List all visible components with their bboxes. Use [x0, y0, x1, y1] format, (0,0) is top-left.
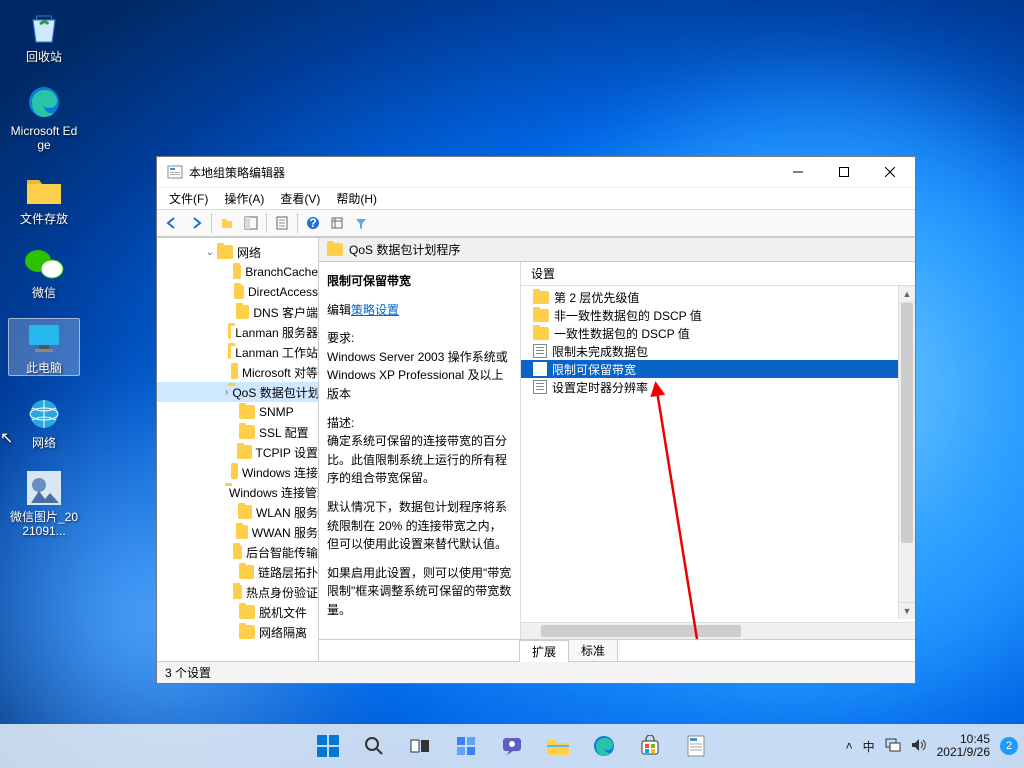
icon-label: 微信	[32, 286, 56, 300]
icon-label: 此电脑	[26, 361, 62, 375]
widgets-button[interactable]	[446, 726, 486, 766]
svg-text:?: ?	[309, 216, 316, 230]
menu-view[interactable]: 查看(V)	[274, 188, 326, 209]
desktop-icon-wechat-image[interactable]: 微信图片_2021091...	[8, 468, 80, 538]
icon-label: 网络	[32, 436, 56, 450]
desktop-icons: 回收站 Microsoft Edge 文件存放 微信 此电脑 网络 微信图片_2…	[8, 8, 80, 538]
toolbar: ?	[157, 209, 915, 237]
tree-node[interactable]: 热点身份验证	[157, 582, 318, 602]
icon-label: Microsoft Edge	[8, 124, 80, 152]
list-item[interactable]: 第 2 层优先级值	[521, 288, 915, 306]
icon-label: 回收站	[26, 50, 62, 64]
desktop-icon-wechat[interactable]: 微信	[8, 244, 80, 300]
store-button[interactable]	[630, 726, 670, 766]
menubar: 文件(F) 操作(A) 查看(V) 帮助(H)	[157, 187, 915, 209]
show-hide-tree-button[interactable]	[240, 212, 262, 234]
list-item[interactable]: 设置定时器分辨率	[521, 378, 915, 396]
system-tray[interactable]: ˄ 中 10:452021/9/26 2	[846, 733, 1018, 759]
up-button[interactable]	[216, 212, 238, 234]
search-button[interactable]	[354, 726, 394, 766]
help-button[interactable]: ?	[302, 212, 324, 234]
tree-node[interactable]: 后台智能传输	[157, 542, 318, 562]
filter-button[interactable]	[350, 212, 372, 234]
window-title: 本地组策略编辑器	[189, 164, 775, 181]
list-item[interactable]: 限制未完成数据包	[521, 342, 915, 360]
edit-policy-link[interactable]: 策略设置	[351, 303, 399, 317]
settings-list-pane: 设置 第 2 层优先级值非一致性数据包的 DSCP 值一致性数据包的 DSCP …	[521, 262, 915, 639]
menu-file[interactable]: 文件(F)	[163, 188, 214, 209]
tree-node[interactable]: Microsoft 对等	[157, 362, 318, 382]
gpedit-window: 本地组策略编辑器 文件(F) 操作(A) 查看(V) 帮助(H) ?	[156, 156, 916, 684]
right-pane: QoS 数据包计划程序 限制可保留带宽 编辑策略设置 要求:Windows Se…	[319, 238, 915, 661]
tree-node[interactable]: 脱机文件	[157, 602, 318, 622]
list-item[interactable]: 非一致性数据包的 DSCP 值	[521, 306, 915, 324]
back-button[interactable]	[161, 212, 183, 234]
tree-node[interactable]: 链路层拓扑	[157, 562, 318, 582]
chat-button[interactable]	[492, 726, 532, 766]
content-header: QoS 数据包计划程序	[319, 238, 915, 262]
statusbar: 3 个设置	[157, 661, 915, 683]
view-tabs: 扩展 标准	[319, 639, 915, 661]
tree-node[interactable]: BranchCache	[157, 262, 318, 282]
tree-node[interactable]: Windows 连接	[157, 462, 318, 482]
list-header[interactable]: 设置	[521, 262, 915, 286]
start-button[interactable]	[308, 726, 348, 766]
folder-icon	[327, 243, 343, 256]
app-icon	[167, 164, 183, 180]
desktop-icon-this-pc[interactable]: 此电脑	[8, 318, 80, 376]
titlebar[interactable]: 本地组策略编辑器	[157, 157, 915, 187]
options-button[interactable]	[326, 212, 348, 234]
desktop-icon-file-store[interactable]: 文件存放	[8, 170, 80, 226]
icon-label: 文件存放	[20, 212, 68, 226]
desktop-icon-edge[interactable]: Microsoft Edge	[8, 82, 80, 152]
volume-icon[interactable]	[911, 738, 927, 755]
tray-chevron-icon[interactable]: ˄	[846, 739, 853, 753]
edge-taskbar-button[interactable]	[584, 726, 624, 766]
gpedit-taskbar-button[interactable]	[676, 726, 716, 766]
desktop-icon-network[interactable]: 网络	[8, 394, 80, 450]
clock[interactable]: 10:452021/9/26	[937, 733, 990, 759]
ime-indicator[interactable]: 中	[863, 738, 875, 755]
list-item[interactable]: 限制可保留带宽	[521, 360, 915, 378]
minimize-button[interactable]	[775, 157, 821, 187]
vertical-scrollbar[interactable]: ▲▼	[898, 286, 915, 619]
tree-node[interactable]: WWAN 服务	[157, 522, 318, 542]
tree-pane[interactable]: ⌄网络 BranchCacheDirectAccessDNS 客户端Lanman…	[157, 238, 319, 661]
icon-label: 微信图片_2021091...	[8, 510, 80, 538]
tree-node[interactable]: SSL 配置	[157, 422, 318, 442]
explorer-button[interactable]	[538, 726, 578, 766]
properties-button[interactable]	[271, 212, 293, 234]
tree-node[interactable]: 网络隔离	[157, 622, 318, 642]
taskbar[interactable]: ˄ 中 10:452021/9/26 2	[0, 724, 1024, 768]
tree-node[interactable]: WLAN 服务	[157, 502, 318, 522]
desc-title: 限制可保留带宽	[327, 272, 512, 291]
taskview-button[interactable]	[400, 726, 440, 766]
tree-node[interactable]: Lanman 工作站	[157, 342, 318, 362]
network-icon[interactable]	[885, 738, 901, 755]
maximize-button[interactable]	[821, 157, 867, 187]
tree-node[interactable]: DirectAccess	[157, 282, 318, 302]
notification-badge[interactable]: 2	[1000, 737, 1018, 755]
tab-extended[interactable]: 扩展	[519, 640, 569, 662]
desktop: 回收站 Microsoft Edge 文件存放 微信 此电脑 网络 微信图片_2…	[0, 0, 1024, 768]
close-button[interactable]	[867, 157, 913, 187]
tree-node[interactable]: Lanman 服务器	[157, 322, 318, 342]
desktop-icon-recycle-bin[interactable]: 回收站	[8, 8, 80, 64]
menu-help[interactable]: 帮助(H)	[330, 188, 383, 209]
tree-node[interactable]: TCPIP 设置	[157, 442, 318, 462]
description-pane: 限制可保留带宽 编辑策略设置 要求:Windows Server 2003 操作…	[319, 262, 521, 639]
tree-node[interactable]: ›QoS 数据包计划程序	[157, 382, 318, 402]
tree-node[interactable]: SNMP	[157, 402, 318, 422]
tree-node[interactable]: DNS 客户端	[157, 302, 318, 322]
tab-standard[interactable]: 标准	[568, 639, 618, 661]
list-item[interactable]: 一致性数据包的 DSCP 值	[521, 324, 915, 342]
horizontal-scrollbar[interactable]	[521, 622, 915, 639]
forward-button[interactable]	[185, 212, 207, 234]
tree-node-parent[interactable]: ⌄网络	[157, 242, 318, 262]
tree-node[interactable]: Windows 连接管理器	[157, 482, 318, 502]
menu-action[interactable]: 操作(A)	[218, 188, 270, 209]
